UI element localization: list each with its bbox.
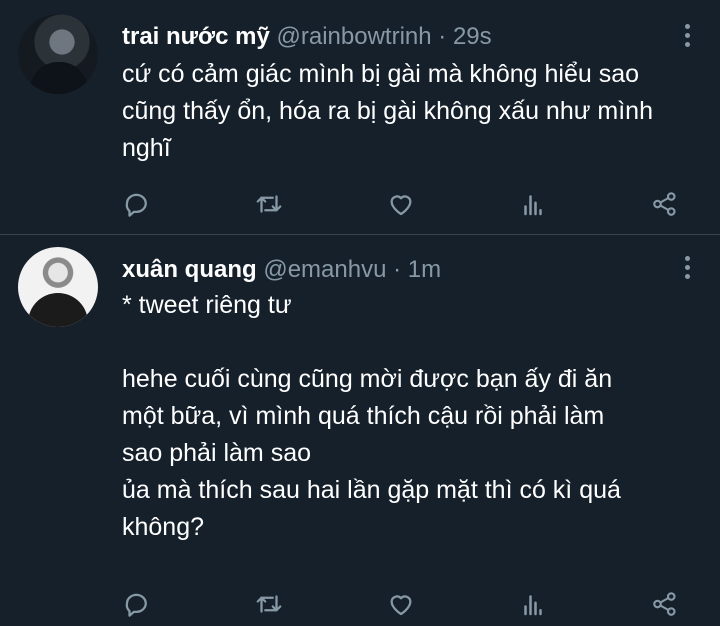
more-options-icon[interactable] bbox=[684, 256, 690, 279]
like-icon[interactable] bbox=[386, 589, 416, 619]
share-icon[interactable] bbox=[650, 589, 680, 619]
reply-icon[interactable] bbox=[122, 589, 152, 619]
tweet-header: xuân quang @emanhvu · 1m bbox=[122, 255, 441, 285]
user-handle[interactable]: @emanhvu bbox=[263, 256, 386, 283]
timestamp[interactable]: 1m bbox=[408, 256, 441, 283]
tweet-actions bbox=[122, 589, 692, 619]
avatar[interactable] bbox=[18, 247, 98, 327]
tweet-text: * tweet riêng tư hehe cuối cùng cũng mời… bbox=[122, 291, 621, 541]
display-name[interactable]: xuân quang bbox=[122, 256, 257, 283]
analytics-icon[interactable] bbox=[518, 589, 548, 619]
separator: · bbox=[393, 256, 402, 283]
retweet-icon[interactable] bbox=[254, 589, 284, 619]
tweet[interactable]: xuân quang @emanhvu · 1m * tweet riêng t… bbox=[0, 0, 720, 626]
